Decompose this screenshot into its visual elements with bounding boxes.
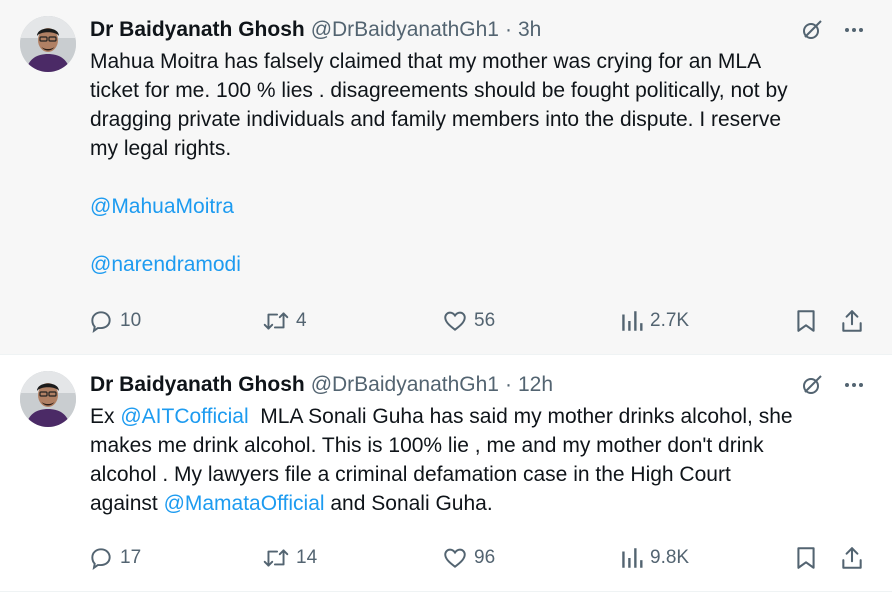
tweet-text-line: dragging private individuals and family … <box>90 108 782 131</box>
share-icon <box>840 308 864 334</box>
author-name[interactable]: Dr Baidyanath Ghosh <box>90 18 305 42</box>
reply-icon <box>88 308 114 334</box>
mention-link[interactable]: @MahuaMoitra <box>90 195 234 218</box>
repost-icon <box>262 308 290 334</box>
repost-button[interactable]: 4 <box>262 308 307 334</box>
like-icon <box>442 545 468 571</box>
bookmark-icon <box>794 308 818 334</box>
tweet-text-line: alcohol . My lawyers file a criminal def… <box>90 463 731 486</box>
bookmark-icon <box>794 545 818 571</box>
tweet-text: Ex @AITCofficial MLA Sonali Guha has sai… <box>90 402 868 518</box>
repost-button[interactable]: 14 <box>262 545 317 571</box>
tweet-text-line: Mahua Moitra has falsely claimed that my… <box>90 50 762 73</box>
views-icon <box>620 545 644 571</box>
tweet-1[interactable]: Dr Baidyanath Ghosh @DrBaidyanathGh1 · 3… <box>0 0 892 355</box>
tweet-top-icons <box>800 373 866 397</box>
share-button[interactable] <box>840 308 864 334</box>
like-count: 96 <box>474 547 496 568</box>
like-count: 56 <box>474 310 496 331</box>
reply-count: 10 <box>120 310 142 331</box>
views-icon <box>620 308 644 334</box>
view-count: 9.8K <box>650 547 690 568</box>
author-handle[interactable]: @DrBaidyanathGh1 <box>311 18 499 42</box>
tweet-text-line: my legal rights. <box>90 137 232 160</box>
reply-button[interactable]: 10 <box>88 308 141 334</box>
timestamp[interactable]: 3h <box>518 18 541 42</box>
share-button[interactable] <box>840 545 864 571</box>
timestamp[interactable]: 12h <box>518 373 553 397</box>
bookmark-button[interactable] <box>794 308 818 334</box>
text-fragment: against <box>90 492 164 515</box>
tweet-text-line: makes me drink alcohol. This is 100% lie… <box>90 434 764 457</box>
bookmark-button[interactable] <box>794 545 818 571</box>
separator-dot: · <box>504 18 512 41</box>
like-button[interactable]: 56 <box>442 308 495 334</box>
tweet-header: Dr Baidyanath Ghosh @DrBaidyanathGh1 · 3… <box>90 16 541 44</box>
tweet-text-line: against @MamataOfficial and Sonali Guha. <box>90 489 868 518</box>
mention-link[interactable]: @AITCofficial <box>120 405 248 428</box>
tweet-text-line: ticket for me. 100 % lies . disagreement… <box>90 79 788 102</box>
tweet-2[interactable]: Dr Baidyanath Ghosh @DrBaidyanathGh1 · 1… <box>0 355 892 592</box>
reply-icon <box>88 545 114 571</box>
repost-count: 4 <box>296 310 307 331</box>
repost-count: 14 <box>296 547 318 568</box>
mention-link[interactable]: @narendramodi <box>90 253 241 276</box>
share-icon <box>840 545 864 571</box>
like-icon <box>442 308 468 334</box>
more-icon[interactable] <box>842 18 866 42</box>
text-fragment: MLA Sonali Guha has said my mother drink… <box>248 405 793 428</box>
grok-icon[interactable] <box>800 373 824 397</box>
tweet-text-line: Ex @AITCofficial MLA Sonali Guha has sai… <box>90 402 868 431</box>
grok-icon[interactable] <box>800 18 824 42</box>
tweet-header: Dr Baidyanath Ghosh @DrBaidyanathGh1 · 1… <box>90 371 553 399</box>
mention-link[interactable]: @MamataOfficial <box>164 492 325 515</box>
view-count: 2.7K <box>650 310 690 331</box>
separator-dot: · <box>504 373 512 396</box>
action-bar: 17 14 96 9.8K <box>88 543 868 573</box>
views-button[interactable]: 2.7K <box>620 308 689 334</box>
action-bar: 10 4 56 2.7K <box>88 306 868 336</box>
reply-count: 17 <box>120 547 142 568</box>
author-handle[interactable]: @DrBaidyanathGh1 <box>311 373 499 397</box>
text-fragment: Ex <box>90 405 121 428</box>
reply-button[interactable]: 17 <box>88 545 141 571</box>
views-button[interactable]: 9.8K <box>620 545 689 571</box>
avatar[interactable] <box>20 16 76 72</box>
author-name[interactable]: Dr Baidyanath Ghosh <box>90 373 305 397</box>
text-fragment: and Sonali Guha. <box>324 492 493 515</box>
tweet-top-icons <box>800 18 866 42</box>
like-button[interactable]: 96 <box>442 545 495 571</box>
more-icon[interactable] <box>842 373 866 397</box>
tweet-text: Mahua Moitra has falsely claimed that my… <box>90 47 868 279</box>
avatar[interactable] <box>20 371 76 427</box>
repost-icon <box>262 545 290 571</box>
